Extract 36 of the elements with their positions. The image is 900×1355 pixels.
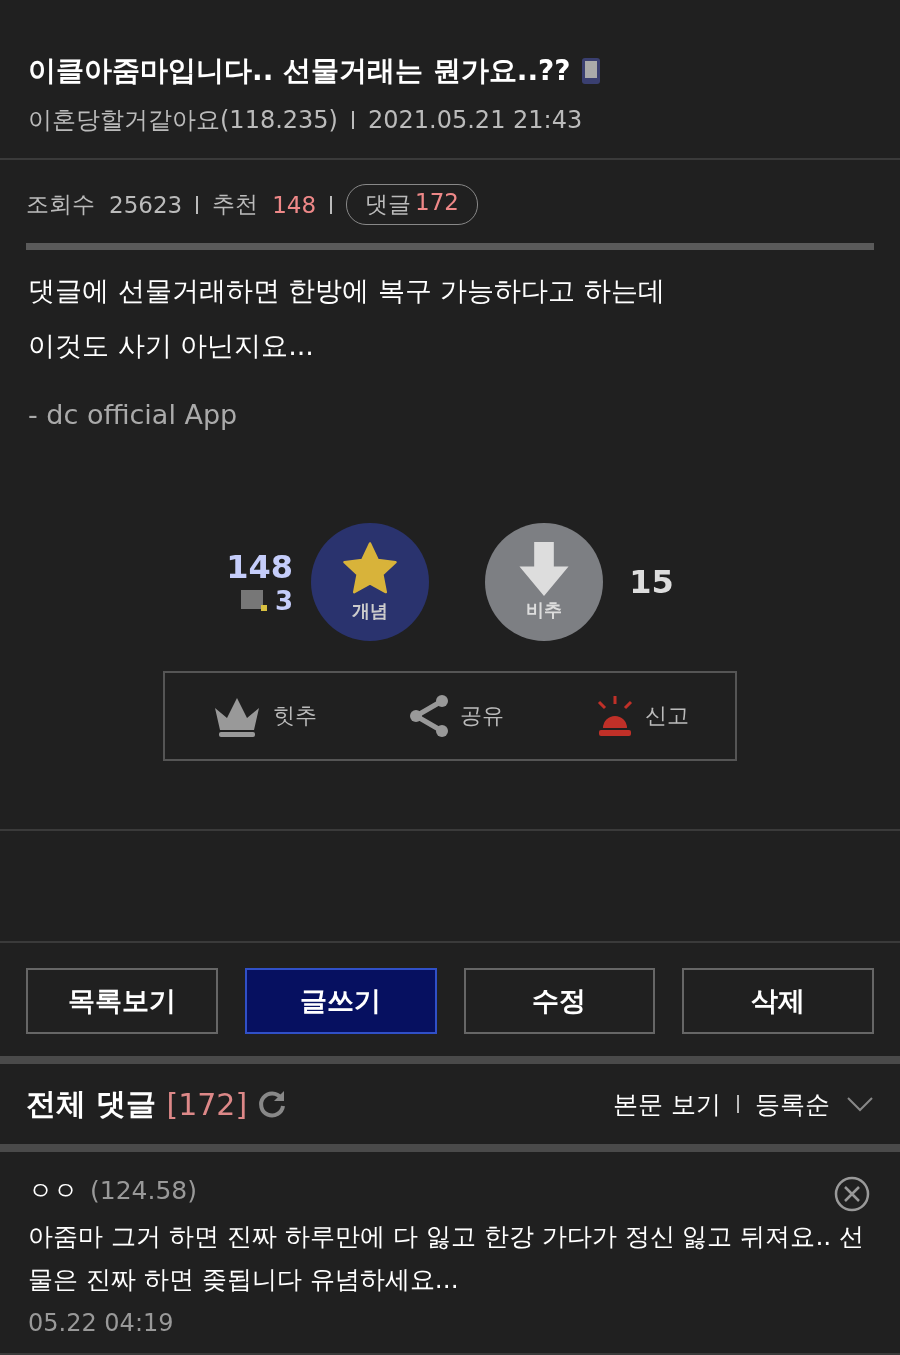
chevron-down-icon[interactable] — [846, 1096, 874, 1112]
share-icon — [408, 694, 450, 738]
comments-count: [172] — [166, 1086, 248, 1122]
sort-dropdown[interactable]: 등록순 — [755, 1087, 830, 1121]
comment-count-badge[interactable]: 댓글 172 — [346, 184, 478, 225]
action-button[interactable]: 힛추 — [204, 693, 323, 739]
refresh-icon[interactable] — [257, 1089, 288, 1119]
comment-date: 05.22 04:19 — [28, 1309, 175, 1337]
views-label: 조회수 — [26, 190, 95, 219]
fixed-upvote-count: 3 — [275, 586, 294, 616]
post-text: 이것도 사기 아닌지요... — [28, 329, 315, 363]
delete-icon[interactable] — [834, 1176, 870, 1212]
author-name: 이혼당할거같아요(118.235) — [28, 105, 338, 136]
post-date: 2021.05.21 21:43 — [368, 106, 583, 134]
recommend-count: 148 — [272, 191, 317, 218]
nav-button[interactable]: 목록보기 — [26, 968, 218, 1034]
nav-button[interactable]: 글쓰기 — [244, 968, 437, 1034]
comment-text: 아줌마 그거 하면 진짜 하루만에 다 잃고 한강 가다가 정신 잃고 뒤져요.. 선물은 진짜 하면 좆됩니다 유념하세요... — [28, 1221, 866, 1296]
nav-button[interactable]: 수정 — [463, 968, 656, 1034]
recommend-label: 추천 — [212, 190, 259, 219]
action-button[interactable]: 신고 — [589, 693, 696, 739]
commenter-ip: (124.58) — [90, 1176, 197, 1205]
upvote-count: 148 — [226, 548, 294, 586]
commenter-name: ㅇㅇ — [28, 1175, 78, 1207]
upvote-button[interactable]: 개념 — [311, 523, 430, 641]
down-arrow-icon — [519, 542, 570, 596]
views-count: 25623 — [109, 191, 183, 218]
comments-title: 전체 댓글 — [26, 1084, 157, 1123]
action-button[interactable]: 공유 — [402, 693, 510, 739]
view-body-link[interactable]: 본문 보기 — [613, 1087, 721, 1121]
nav-button[interactable]: 삭제 — [682, 968, 874, 1034]
signature: - dc official App — [28, 398, 239, 432]
post-text: 댓글에 선물거래하면 한방에 복구 가능하다고 하는데 — [28, 274, 666, 308]
downvote-count: 15 — [629, 563, 674, 601]
phone-icon — [580, 57, 601, 85]
post-title: 이클아줌마입니다.. 선물거래는 뭔가요..?? — [28, 53, 571, 89]
